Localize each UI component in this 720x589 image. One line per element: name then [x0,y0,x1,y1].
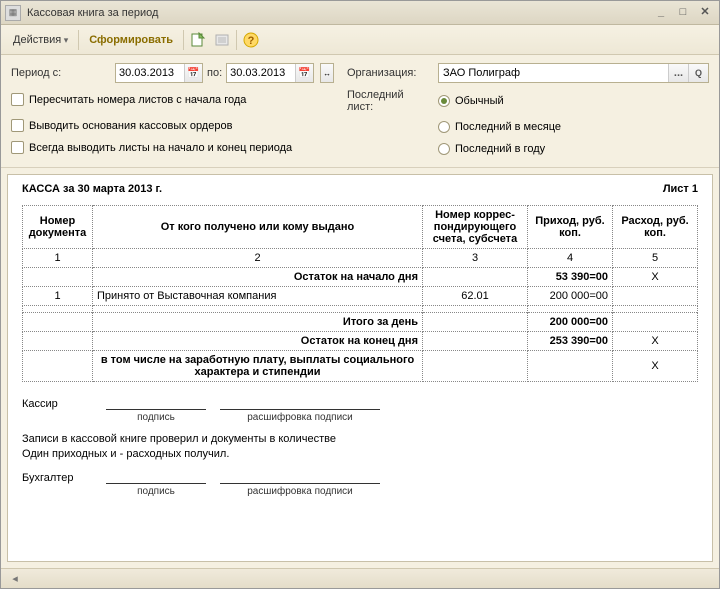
row-in: 200 000=00 [528,287,613,306]
close-balance-in: 253 390=00 [528,332,613,351]
close-balance-label: Остаток на конец дня [93,332,423,351]
main-window: ▦ Кассовая книга за период _ □ ✕ Действи… [0,0,720,589]
period-selector-button[interactable]: ↔ [320,63,334,83]
decipher-line [220,470,380,484]
period-label: Период с: [11,67,111,79]
signatures: Кассир подпись расшифровка подписи Запис… [22,396,698,497]
radio-dot [438,143,450,155]
incl-out: Х [613,351,698,382]
form-area: Период с: 📅 по: 📅 ↔ Организация: ... Q [1,55,719,168]
cashier-label: Кассир [22,398,92,410]
col-in: Приход, руб. коп. [528,206,613,249]
colnum: 2 [93,249,423,268]
open-balance-label: Остаток на начало дня [93,268,423,287]
date-from-input[interactable] [116,64,184,82]
accountant-label: Бухгалтер [22,472,92,484]
calendar-icon[interactable]: 📅 [184,64,202,82]
radio-dot [438,121,450,133]
recalc-checkbox[interactable]: Пересчитать номера листов с начала года [11,93,246,106]
radio-month-label: Последний в месяце [455,121,561,133]
org-input[interactable] [439,64,668,82]
cash-table: Номер документа От кого получено или ком… [22,205,698,382]
toolbar-separator [183,30,184,50]
col-doc: Номер документа [23,206,93,249]
calendar-icon[interactable]: 📅 [295,64,313,82]
svg-text:?: ? [248,35,255,47]
row-doc: 1 [23,287,93,306]
org-field[interactable]: ... Q [438,63,709,83]
incl-label: в том числе на заработную плату, выплаты… [93,351,423,382]
colnum: 4 [528,249,613,268]
row-who: Принято от Выставочная компания [93,287,423,306]
radio-year[interactable]: Последний в году [438,143,545,155]
radio-year-label: Последний в году [455,143,545,155]
report-title: КАССА за 30 марта 2013 г. [22,183,162,195]
colnum: 1 [23,249,93,268]
decipher-caption: расшифровка подписи [220,486,380,497]
to-label: по: [207,67,222,79]
radio-normal[interactable]: Обычный [438,95,504,107]
decipher-caption: расшифровка подписи [220,412,380,423]
sign-caption: подпись [106,412,206,423]
total-day-in: 200 000=00 [528,313,613,332]
col-out: Расход, руб. коп. [613,206,698,249]
row-corr: 62.01 [423,287,528,306]
note1: Записи в кассовой книге проверил и докум… [22,433,698,445]
org-open-button[interactable]: Q [688,64,708,82]
scroll-left-icon[interactable]: ◂ [7,572,23,585]
org-select-button[interactable]: ... [668,64,688,82]
checkbox-box [11,119,24,132]
form-button[interactable]: Сформировать [83,31,179,49]
help-icon[interactable]: ? [241,30,261,50]
toolbar-separator [236,30,237,50]
minimize-button[interactable]: _ [651,5,671,21]
open-balance-out: Х [613,268,698,287]
titlebar: ▦ Кассовая книга за период _ □ ✕ [1,1,719,25]
export-icon[interactable] [212,30,232,50]
date-from-field[interactable]: 📅 [115,63,203,83]
toolbar-separator [78,30,79,50]
date-to-input[interactable] [227,64,295,82]
open-balance-in: 53 390=00 [528,268,613,287]
close-button[interactable]: ✕ [695,5,715,21]
toolbar: Действия Сформировать ? [1,25,719,55]
maximize-button[interactable]: □ [673,5,693,21]
checkbox-box [11,141,24,154]
settings-icon[interactable] [188,30,208,50]
col-corr: Номер коррес-пондирующего счета, субсчет… [423,206,528,249]
app-icon: ▦ [5,5,21,21]
date-to-field[interactable]: 📅 [226,63,314,83]
statusbar: ◂ [1,568,719,588]
always-sheets-label: Всегда выводить листы на начало и конец … [29,142,292,154]
org-label: Организация: [347,67,432,79]
close-balance-out: Х [613,332,698,351]
always-sheets-checkbox[interactable]: Всегда выводить листы на начало и конец … [11,141,292,154]
sign-line [106,396,206,410]
report-pane[interactable]: КАССА за 30 марта 2013 г. Лист 1 Номер д… [7,174,713,562]
print-basis-label: Выводить основания кассовых ордеров [29,120,232,132]
actions-menu[interactable]: Действия [7,31,74,49]
decipher-line [220,396,380,410]
checkbox-box [11,93,24,106]
radio-normal-label: Обычный [455,95,504,107]
last-sheet-label: Последний лист: [347,89,432,113]
recalc-label: Пересчитать номера листов с начала года [29,94,246,106]
sign-caption: подпись [106,486,206,497]
radio-dot [438,95,450,107]
sheet-number: Лист 1 [663,183,698,195]
note2: Один приходных и - расходных получил. [22,448,698,460]
total-day-label: Итого за день [93,313,423,332]
radio-month[interactable]: Последний в месяце [438,121,561,133]
print-basis-checkbox[interactable]: Выводить основания кассовых ордеров [11,119,232,132]
window-title: Кассовая книга за период [27,7,649,19]
colnum: 5 [613,249,698,268]
col-who: От кого получено или кому выдано [93,206,423,249]
sign-line [106,470,206,484]
colnum: 3 [423,249,528,268]
